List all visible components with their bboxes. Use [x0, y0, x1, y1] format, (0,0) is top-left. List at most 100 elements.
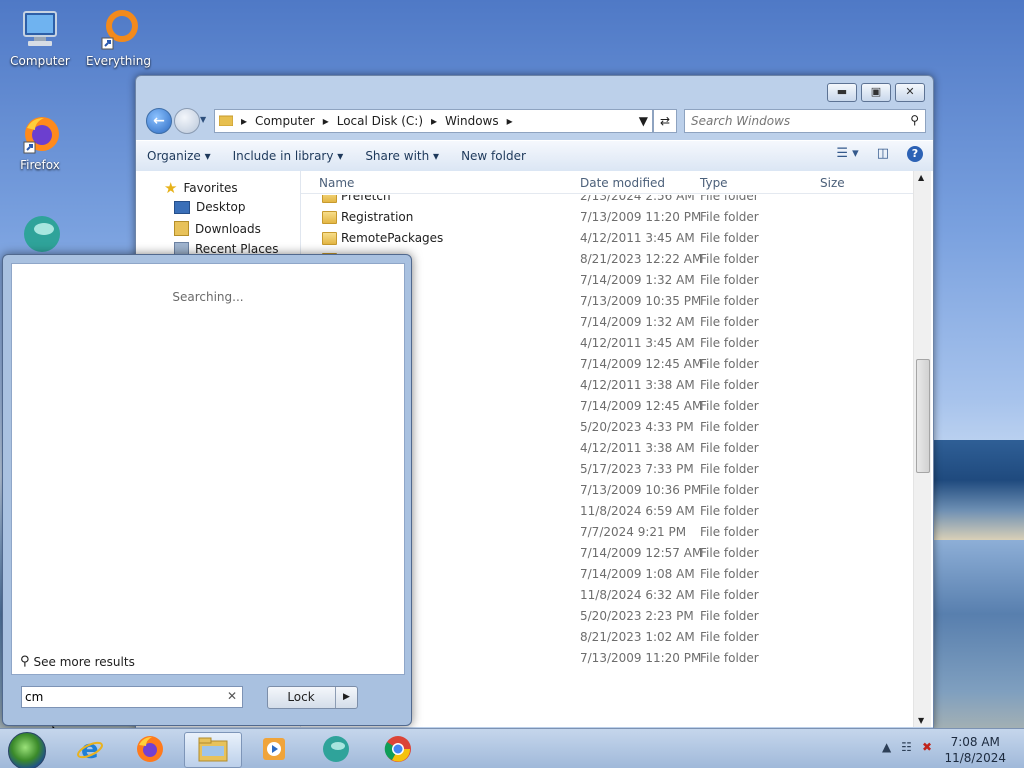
close-button[interactable]: ✕: [895, 83, 925, 102]
nav-downloads[interactable]: Downloads: [174, 221, 261, 236]
see-more-results-label: See more results: [33, 654, 135, 669]
taskbar-internet-explorer[interactable]: e: [62, 732, 118, 766]
help-icon[interactable]: ?: [907, 146, 923, 162]
see-more-results-link[interactable]: ⚲ See more results: [20, 654, 135, 669]
window-controls: ▬ ▣ ✕: [827, 83, 925, 102]
lock-label: Lock: [287, 690, 315, 704]
taskbar-clock[interactable]: 7:08 AM 11/8/2024: [944, 734, 1006, 766]
show-hidden-icons-icon[interactable]: ▲: [882, 740, 891, 754]
file-type: File folder: [700, 399, 759, 413]
breadcrumb-separator[interactable]: ▸: [427, 114, 441, 128]
downloads-icon: [174, 221, 189, 236]
breadcrumb-separator[interactable]: ▸: [237, 114, 251, 128]
nav-favorites[interactable]: ★ Favorites: [164, 179, 238, 197]
taskbar-chrome[interactable]: [370, 732, 426, 766]
file-type: File folder: [700, 210, 759, 224]
search-box[interactable]: ⚲: [684, 109, 926, 133]
file-type: File folder: [700, 588, 759, 602]
address-dropdown-icon[interactable]: ▼: [635, 114, 652, 128]
taskbar-firefox[interactable]: [122, 732, 178, 766]
file-date-modified: 5/17/2023 7:33 PM: [580, 462, 694, 476]
firefox-icon: [18, 112, 62, 156]
file-date-modified: 7/14/2009 12:57 AM: [580, 546, 703, 560]
start-button[interactable]: [8, 732, 46, 768]
nav-desktop[interactable]: Desktop: [174, 200, 246, 214]
media-player-icon: [263, 738, 285, 760]
volume-muted-icon[interactable]: ✖: [922, 740, 932, 754]
table-row[interactable]: Registration 7/13/2009 11:20 PM File folde…: [301, 207, 913, 228]
file-type: File folder: [700, 630, 759, 644]
everything-icon: [96, 8, 140, 52]
column-size[interactable]: Size: [820, 176, 845, 190]
start-search-input[interactable]: [22, 687, 217, 707]
folder-icon: [322, 195, 337, 203]
file-date-modified: 4/12/2011 3:45 AM: [580, 231, 695, 245]
vertical-scrollbar[interactable]: ▲ ▼: [913, 171, 931, 727]
table-row[interactable]: RemotePackages 4/12/2011 3:45 AM File fold…: [301, 228, 913, 249]
breadcrumb-local-disk[interactable]: Local Disk (C:): [333, 114, 427, 128]
scroll-thumb[interactable]: [916, 359, 930, 473]
refresh-button[interactable]: ⇄: [653, 109, 677, 133]
internet-explorer-icon: e: [77, 735, 103, 764]
file-type: File folder: [700, 483, 759, 497]
file-date-modified: 11/8/2024 6:32 AM: [580, 588, 695, 602]
search-input[interactable]: [685, 110, 903, 132]
lock-button[interactable]: Lock ▶: [267, 686, 358, 709]
back-button[interactable]: ←: [146, 108, 172, 134]
folder-icon: [198, 737, 228, 762]
forward-button[interactable]: [174, 108, 200, 134]
search-icon[interactable]: ⚲: [910, 113, 919, 127]
taskbar-media-player[interactable]: [246, 732, 302, 766]
include-in-library-menu[interactable]: Include in library ▾: [222, 149, 355, 163]
file-type: File folder: [700, 273, 759, 287]
scroll-up-arrow[interactable]: ▲: [918, 173, 924, 182]
include-in-library-label: Include in library: [232, 149, 334, 163]
file-type: File folder: [700, 315, 759, 329]
address-bar[interactable]: ▸ Computer ▸ Local Disk (C:) ▸ Windows ▸…: [214, 109, 653, 133]
start-menu: Searching... ⚲ See more results ✕ Lock ▶: [2, 254, 412, 726]
desktop-icon-everything[interactable]: Everything: [86, 8, 151, 68]
desktop-icon-firefox[interactable]: Firefox: [8, 112, 72, 172]
taskbar-windows-explorer[interactable]: [184, 732, 242, 768]
network-icon[interactable]: ☷: [901, 740, 912, 754]
file-date-modified: 7/14/2009 1:32 AM: [580, 273, 695, 287]
breadcrumb-computer[interactable]: Computer: [251, 114, 319, 128]
file-date-modified: 4/12/2011 3:38 AM: [580, 441, 695, 455]
share-with-menu[interactable]: Share with ▾: [354, 149, 450, 163]
breadcrumb-windows[interactable]: Windows: [441, 114, 503, 128]
column-date-modified[interactable]: Date modified: [580, 176, 665, 190]
file-date-modified: 7/13/2009 11:20 PM: [580, 210, 702, 224]
breadcrumb-separator[interactable]: ▸: [319, 114, 333, 128]
taskbar-app[interactable]: [308, 732, 364, 766]
desktop-icon-computer[interactable]: Computer: [8, 8, 72, 68]
desktop-icon-label: Firefox: [20, 158, 60, 172]
wallpaper-sea: [930, 440, 1024, 540]
file-date-modified: 7/13/2009 10:36 PM: [580, 483, 702, 497]
maximize-button[interactable]: ▣: [861, 83, 891, 102]
power-options-arrow[interactable]: ▶: [335, 687, 357, 708]
file-date-modified: 8/21/2023 1:02 AM: [580, 630, 695, 644]
preview-pane-icon[interactable]: ◫: [877, 146, 889, 162]
file-name: Registration: [341, 210, 414, 224]
file-type: File folder: [700, 357, 759, 371]
nav-label: Favorites: [183, 181, 238, 195]
file-type: File folder: [700, 546, 759, 560]
desktop-icon-app[interactable]: [8, 212, 72, 258]
change-view-icon[interactable]: ☰ ▾: [836, 146, 858, 162]
breadcrumb-separator[interactable]: ▸: [503, 114, 517, 128]
share-with-label: Share with: [365, 149, 430, 163]
organize-menu[interactable]: Organize ▾: [136, 149, 222, 163]
file-date-modified: 8/21/2023 12:22 AM: [580, 252, 703, 266]
scroll-down-arrow[interactable]: ▼: [918, 716, 924, 725]
column-type[interactable]: Type: [700, 176, 728, 190]
start-search-box[interactable]: ✕: [21, 686, 243, 708]
app-globe-icon: [323, 736, 349, 762]
recent-pages-dropdown[interactable]: ▼: [200, 115, 206, 124]
new-folder-button[interactable]: New folder: [450, 149, 537, 163]
clear-search-icon[interactable]: ✕: [227, 689, 237, 703]
column-headers: Name Date modified Type Size: [301, 171, 913, 194]
column-name[interactable]: Name: [319, 176, 354, 190]
minimize-button[interactable]: ▬: [827, 83, 857, 102]
file-date-modified: 11/8/2024 6:59 AM: [580, 504, 695, 518]
table-row[interactable]: Prefetch 2/13/2024 2:56 AM File folder: [301, 195, 913, 207]
